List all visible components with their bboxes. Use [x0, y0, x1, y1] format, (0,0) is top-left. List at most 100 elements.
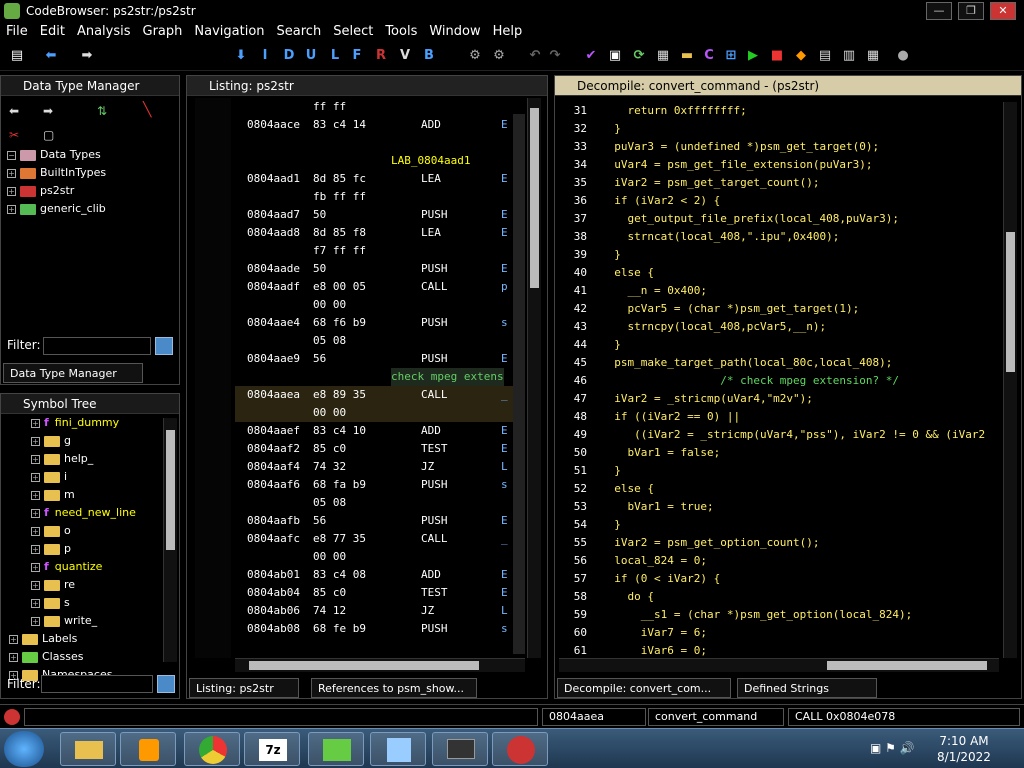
listing-row[interactable]: 0804aaf2 85 c0 TEST E	[235, 440, 525, 458]
clock[interactable]: 7:10 AM 8/1/2022	[934, 733, 994, 765]
back-arrow-icon[interactable]: ⬅	[9, 104, 19, 118]
expand-icon[interactable]: +	[9, 634, 18, 644]
menu-analysis[interactable]: Analysis	[71, 22, 137, 39]
decompile-line[interactable]: 48 if ((iVar2 == 0) ||	[559, 408, 740, 426]
nav-function-button[interactable]: F	[348, 47, 366, 65]
decompile-line[interactable]: 31 return 0xffffffff;	[559, 102, 747, 120]
listing-row[interactable]: check mpeg extens	[235, 368, 525, 386]
decompile-line[interactable]: 46 /* check mpeg extension? */	[559, 372, 899, 390]
doc-icon[interactable]: ▦	[864, 47, 882, 65]
listing-row[interactable]: 05 08	[235, 494, 525, 512]
tree-item-generic-clib[interactable]: + generic_clib	[7, 200, 179, 218]
decompile-line[interactable]: 41 __n = 0x400;	[559, 282, 707, 300]
maximize-button[interactable]: ❐	[958, 2, 984, 20]
undo-icon[interactable]: ↶	[526, 47, 544, 65]
archive-icon[interactable]: ✂	[9, 128, 19, 142]
symbol-tree-item[interactable]: + re	[31, 576, 179, 594]
tree-item-ps2str[interactable]: + ps2str	[7, 182, 179, 200]
nav-bookmark-button[interactable]: B	[420, 47, 438, 65]
decompile-line[interactable]: 39 }	[559, 246, 621, 264]
decompile-line[interactable]: 49 ((iVar2 = _stricmp(uVar4,"pss"), iVar…	[559, 426, 985, 444]
folder-icon[interactable]: ▬	[678, 47, 696, 65]
listing-row[interactable]: 0804ab06 74 12 JZ L	[235, 602, 525, 620]
tree-item-builtintypes[interactable]: + BuiltInTypes	[7, 164, 179, 182]
expand-icon[interactable]: +	[31, 508, 40, 518]
decompile-scrollbar[interactable]	[1003, 102, 1017, 658]
listing-row[interactable]: 00 00	[235, 296, 525, 314]
menu-edit[interactable]: Edit	[34, 22, 71, 39]
symbol-tree-item[interactable]: + f need_new_line	[31, 504, 179, 522]
listing-row[interactable]: LAB_0804aad1	[235, 152, 525, 170]
symbol-tree-item[interactable]: + Classes	[9, 648, 179, 666]
listing-row[interactable]: 00 00	[235, 404, 525, 422]
decompile-line[interactable]: 47 iVar2 = _stricmp(uVar4,"m2v");	[559, 390, 813, 408]
symbol-tree-item[interactable]: + f fini_dummy	[31, 414, 179, 432]
symbol-tree-item[interactable]: + m	[31, 486, 179, 504]
decompile-icon[interactable]: C	[700, 47, 718, 65]
start-button[interactable]	[4, 731, 44, 767]
listing-row[interactable]: 0804aaf4 74 32 JZ L	[235, 458, 525, 476]
decompile-line[interactable]: 58 do {	[559, 588, 654, 606]
expand-icon[interactable]: +	[31, 490, 40, 500]
symbol-tree-item[interactable]: + f quantize	[31, 558, 179, 576]
listing-row[interactable]	[235, 134, 525, 152]
symbol-filter-input[interactable]	[41, 675, 153, 693]
listing-row[interactable]: 0804aafc e8 77 35 CALL _	[235, 530, 525, 548]
diamond-icon[interactable]: ◆	[792, 47, 810, 65]
decompile-line[interactable]: 57 if (0 < iVar2) {	[559, 570, 720, 588]
arrange-icon[interactable]: ⇅	[97, 104, 107, 118]
tab-listing[interactable]: Listing: ps2str	[189, 678, 299, 698]
menu-help[interactable]: Help	[487, 22, 529, 39]
check-icon[interactable]: ✔	[582, 47, 600, 65]
decompile-line[interactable]: 35 iVar2 = psm_get_target_count();	[559, 174, 820, 192]
save-icon[interactable]: ▤	[8, 47, 26, 65]
decompile-line[interactable]: 33 puVar3 = (undefined *)psm_get_target(…	[559, 138, 879, 156]
tree-root[interactable]: − Data Types	[7, 146, 179, 164]
redo-icon[interactable]: ↷	[546, 47, 564, 65]
symbol-tree-item[interactable]: + o	[31, 522, 179, 540]
decompile-code-area[interactable]: 31 return 0xffffffff; 32 } 33 puVar3 = (un…	[559, 102, 999, 658]
chrome-taskbar-icon[interactable]	[184, 732, 240, 766]
graph-icon[interactable]: ⊞	[722, 47, 740, 65]
symbol-tree-item[interactable]: + p	[31, 540, 179, 558]
close-button[interactable]: ✕	[990, 2, 1016, 20]
symbol-tree-item[interactable]: + s	[31, 594, 179, 612]
listing-row[interactable]: 00 00	[235, 548, 525, 566]
menu-select[interactable]: Select	[327, 22, 379, 39]
decompile-line[interactable]: 51 }	[559, 462, 621, 480]
decompile-line[interactable]: 43 strncpy(local_408,pcVar5,__n);	[559, 318, 826, 336]
expand-icon[interactable]: +	[31, 616, 40, 626]
run-icon[interactable]: ▶	[744, 47, 762, 65]
menu-tools[interactable]: Tools	[379, 22, 423, 39]
tab-data-type-manager[interactable]: Data Type Manager	[3, 363, 143, 383]
nav-undefined-button[interactable]: U	[302, 47, 320, 65]
symbol-tree-item[interactable]: + help_	[31, 450, 179, 468]
expand-icon[interactable]: +	[31, 562, 40, 572]
filter-options-icon[interactable]	[155, 337, 173, 355]
expand-icon[interactable]: +	[31, 544, 40, 554]
decompile-line[interactable]: 54 }	[559, 516, 621, 534]
listing-row[interactable]: 0804aad1 8d 85 fc LEA E	[235, 170, 525, 188]
memory-icon[interactable]: ▣	[606, 47, 624, 65]
listing-row[interactable]: 0804ab04 85 c0 TEST E	[235, 584, 525, 602]
listing-row[interactable]: 0804aaea e8 89 35 CALL _	[235, 386, 525, 404]
symbol-tree-item[interactable]: + Labels	[9, 630, 179, 648]
table-icon[interactable]: ▤	[816, 47, 834, 65]
symbol-tree-item[interactable]: + i	[31, 468, 179, 486]
listing-row[interactable]: 0804aace 83 c4 14 ADD E	[235, 116, 525, 134]
expand-icon[interactable]: +	[9, 652, 18, 662]
decompile-line[interactable]: 45 psm_make_target_path(local_80c,local_…	[559, 354, 893, 372]
decompile-line[interactable]: 52 else {	[559, 480, 654, 498]
listing-row[interactable]: fb ff ff	[235, 188, 525, 206]
back-arrow-icon[interactable]: ⬅	[42, 47, 60, 65]
nav-instruction-button[interactable]: I	[256, 47, 274, 65]
listing-row[interactable]: 0804aae4 68 f6 b9 PUSH s	[235, 314, 525, 332]
stop-icon[interactable]: ■	[768, 47, 786, 65]
menu-search[interactable]: Search	[271, 22, 328, 39]
tab-decompile[interactable]: Decompile: convert_com...	[557, 678, 731, 698]
menu-navigation[interactable]: Navigation	[188, 22, 270, 39]
tab-defined-strings[interactable]: Defined Strings	[737, 678, 877, 698]
decompile-line[interactable]: 37 get_output_file_prefix(local_408,puVa…	[559, 210, 899, 228]
help-icon[interactable]: ●	[894, 47, 912, 65]
forward-arrow-icon[interactable]: ➡	[78, 47, 96, 65]
